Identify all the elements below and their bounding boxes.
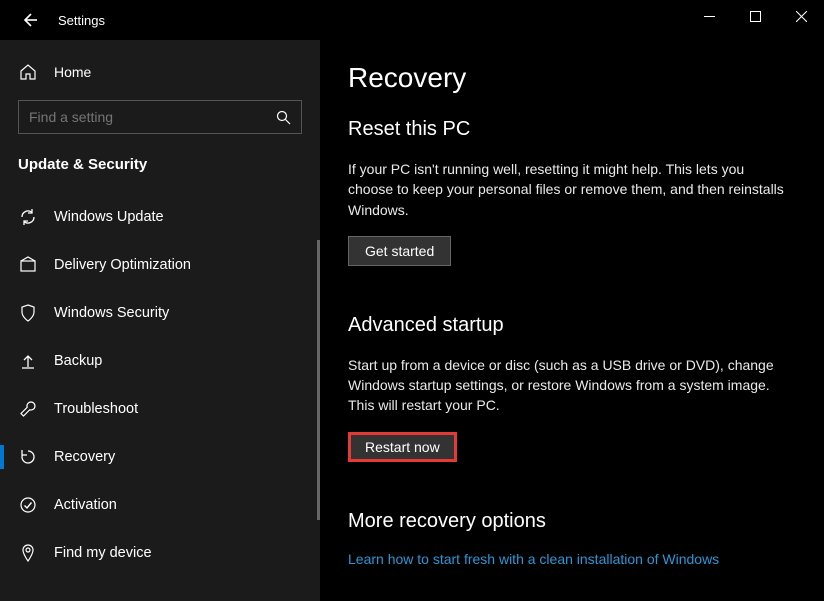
page-title: Recovery xyxy=(348,62,796,94)
nav-troubleshoot[interactable]: Troubleshoot xyxy=(0,385,320,433)
nav-windows-update[interactable]: Windows Update xyxy=(0,193,320,241)
clean-install-link[interactable]: Learn how to start fresh with a clean in… xyxy=(348,551,796,567)
window-controls xyxy=(686,0,824,32)
home-icon xyxy=(18,63,38,81)
nav-delivery-optimization[interactable]: Delivery Optimization xyxy=(0,241,320,289)
nav-label: Troubleshoot xyxy=(54,401,138,417)
backup-icon xyxy=(18,352,38,370)
nav-label: Recovery xyxy=(54,449,115,465)
nav-label: Activation xyxy=(54,497,117,513)
window-title: Settings xyxy=(58,13,105,28)
nav-label: Windows Update xyxy=(54,209,164,225)
nav-windows-security[interactable]: Windows Security xyxy=(0,289,320,337)
advanced-startup-heading: Advanced startup xyxy=(348,314,796,337)
restart-now-button[interactable]: Restart now xyxy=(348,432,457,462)
sidebar-scrollbar[interactable] xyxy=(317,240,320,520)
wrench-icon xyxy=(18,400,38,418)
titlebar: Settings xyxy=(0,0,824,40)
search-icon xyxy=(276,110,291,125)
back-button[interactable] xyxy=(18,9,40,31)
search-input[interactable] xyxy=(29,109,276,125)
nav-backup[interactable]: Backup xyxy=(0,337,320,385)
reset-body: If your PC isn't running well, resetting… xyxy=(348,159,788,220)
nav-recovery[interactable]: Recovery xyxy=(0,433,320,481)
sidebar-group-label: Update & Security xyxy=(0,144,320,187)
delivery-icon xyxy=(18,256,38,274)
more-recovery-heading: More recovery options xyxy=(348,510,796,533)
nav-activation[interactable]: Activation xyxy=(0,481,320,529)
sidebar: Home Update & Security Windows Update xyxy=(0,40,320,601)
nav-label: Delivery Optimization xyxy=(54,257,191,273)
nav-label: Backup xyxy=(54,353,102,369)
search-box[interactable] xyxy=(18,100,302,134)
check-circle-icon xyxy=(18,496,38,514)
location-icon xyxy=(18,544,38,562)
minimize-button[interactable] xyxy=(686,0,732,32)
recovery-icon xyxy=(18,448,38,466)
nav-label: Find my device xyxy=(54,545,152,561)
home-label: Home xyxy=(54,64,91,80)
main-content: Recovery Reset this PC If your PC isn't … xyxy=(320,40,824,601)
shield-icon xyxy=(18,304,38,322)
close-button[interactable] xyxy=(778,0,824,32)
advanced-startup-body: Start up from a device or disc (such as … xyxy=(348,355,788,416)
get-started-button[interactable]: Get started xyxy=(348,236,451,266)
nav-label: Windows Security xyxy=(54,305,169,321)
home-link[interactable]: Home xyxy=(0,50,320,90)
maximize-button[interactable] xyxy=(732,0,778,32)
sync-icon xyxy=(18,208,38,226)
nav-find-my-device[interactable]: Find my device xyxy=(0,529,320,577)
reset-heading: Reset this PC xyxy=(348,118,796,141)
